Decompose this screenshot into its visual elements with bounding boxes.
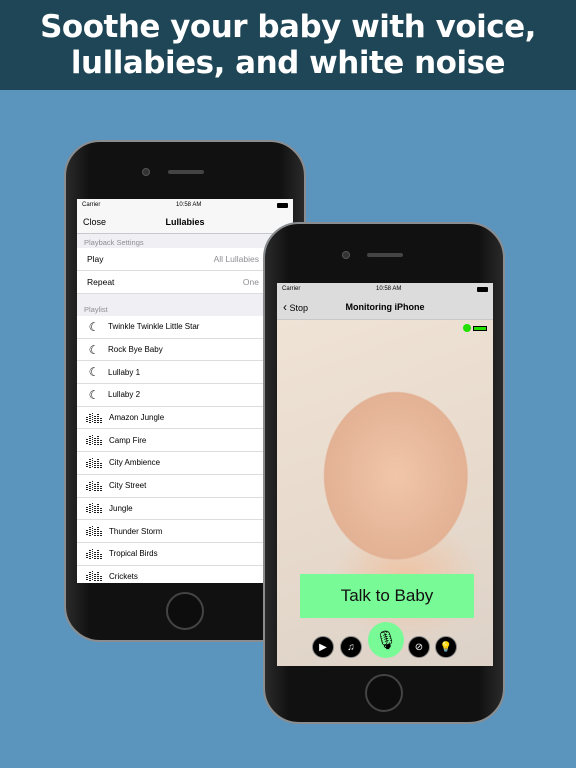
playlist-item[interactable]: Jungle [77,497,293,521]
playlist-item-name: Camp Fire [109,435,147,445]
playlist-item[interactable]: Amazon Jungle [77,406,293,430]
speaker [168,170,204,174]
setting-repeat[interactable]: Repeat One [77,271,293,294]
playlist-item[interactable]: Tropical Birds [77,542,293,566]
playlist-item-name: Amazon Jungle [109,413,165,423]
front-camera [342,251,350,259]
setting-label: Play [87,254,104,264]
playlist: ☾ Twinkle Twinkle Little Star ☾ Rock Bye Ba… [77,316,293,583]
setting-value: One [242,277,259,287]
carrier: Carrier [82,202,101,208]
playlist-item[interactable]: ☾ Rock Bye Baby [77,338,293,362]
home-button[interactable] [166,592,204,630]
equalizer-icon [86,571,102,582]
home-button[interactable] [365,674,403,712]
playlist-item-name: Jungle [109,503,133,513]
moon-icon: ☾ [88,365,100,380]
play-button[interactable]: ▶ [312,636,334,658]
left-screen: Carrier 10:58 AM Close Lullabies Playbac… [77,199,293,583]
playlist-item-name: Lullaby 2 [108,390,141,400]
status-dot-icon [463,324,471,332]
right-screen: Carrier 10:58 AM ‹ Stop Monitoring iPhon… [277,283,493,666]
level-bar-icon [473,325,487,331]
nav-title: Monitoring iPhone [345,302,425,312]
nav-title: Lullabies [165,217,205,227]
nav-bar: ‹ Stop Monitoring iPhone [277,295,493,320]
playlist-item[interactable]: Thunder Storm [77,520,293,543]
equalizer-icon [86,548,102,559]
banner-line-2: lullabies, and white noise [70,45,506,81]
time: 10:58 AM [175,202,202,208]
setting-play[interactable]: Play All Lullabies [77,248,293,271]
music-button[interactable]: ♫ [340,636,362,658]
playlist-item[interactable]: Crickets [77,565,293,583]
front-camera [142,168,150,176]
playlist-item-name: Tropical Birds [109,549,158,559]
carrier: Carrier [282,286,301,292]
microphone-icon: 🎙 [374,629,398,650]
talk-to-baby-button[interactable]: Talk to Baby [300,574,474,618]
playlist-item-name: Rock Bye Baby [108,345,163,355]
equalizer-icon [86,435,102,446]
playback-settings-header: Playback Settings [77,234,293,248]
stop-button[interactable]: ‹ Stop [283,300,308,314]
playlist-item[interactable]: Camp Fire [77,429,293,453]
setting-value: All Lullabies [213,254,259,264]
playlist-item-name: Crickets [109,571,138,581]
light-button[interactable]: 💡 [435,636,457,658]
playlist-header: Playlist [77,294,293,316]
playlist-item[interactable]: City Ambience [77,452,293,475]
chevron-left-icon: ‹ [283,300,287,314]
banner: Soothe your baby with voice, lullabies, … [0,0,576,90]
playlist-item[interactable]: ☾ Lullaby 2 [77,384,293,407]
status-bar: Carrier 10:58 AM [277,283,493,295]
setting-label: Repeat [87,277,115,287]
nav-bar: Close Lullabies [77,211,293,234]
battery-icon [476,286,488,292]
playlist-item-name: Lullaby 1 [108,367,141,377]
banner-line-1: Soothe your baby with voice, [40,9,536,45]
battery-icon [276,202,288,208]
playlist-item-name: Twinkle Twinkle Little Star [108,322,200,332]
equalizer-icon [86,526,102,537]
moon-icon: ☾ [88,319,100,334]
speaker [367,253,403,257]
equalizer-icon [86,412,102,423]
moon-icon: ☾ [88,387,100,402]
stop-label: Stop [289,303,309,313]
equalizer-icon [86,480,102,491]
time: 10:58 AM [375,286,402,292]
equalizer-icon [86,503,102,514]
microphone-button[interactable]: 🎙 [368,622,404,658]
status-bar: Carrier 10:58 AM [77,199,293,211]
equalizer-icon [86,457,102,468]
close-button[interactable]: Close [83,217,106,227]
playlist-item-name: Thunder Storm [109,526,163,536]
camera-off-button[interactable]: ⊘ [408,636,430,658]
playlist-item[interactable]: ☾ Lullaby 1 [77,361,293,385]
playlist-item[interactable]: ☾ Twinkle Twinkle Little Star [77,316,293,339]
right-phone: Carrier 10:58 AM ‹ Stop Monitoring iPhon… [263,222,505,724]
playlist-item-name: City Ambience [109,458,161,468]
playlist-item-name: City Street [109,481,147,491]
moon-icon: ☾ [88,342,100,357]
connection-indicator [463,324,487,332]
playlist-item[interactable]: City Street [77,474,293,498]
